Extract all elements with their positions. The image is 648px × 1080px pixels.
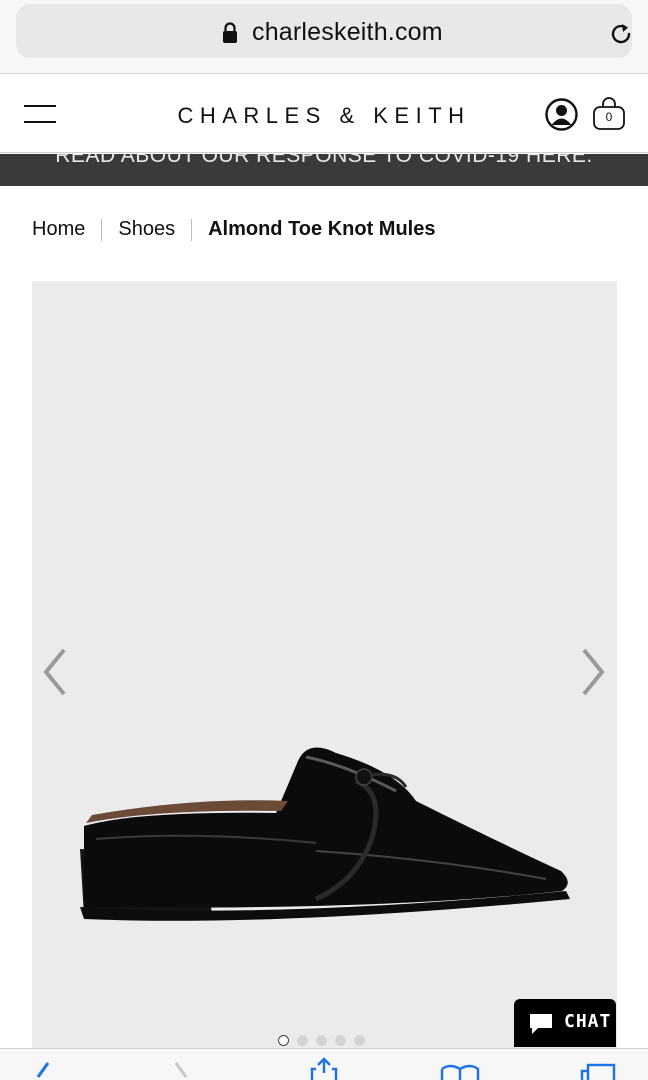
- account-icon[interactable]: [545, 98, 578, 131]
- breadcrumb: Home Shoes Almond Toe Knot Mules: [32, 218, 435, 241]
- bag-count-badge: 0: [605, 110, 613, 124]
- chat-button[interactable]: CHAT: [514, 999, 616, 1047]
- pagination-dot[interactable]: [297, 1035, 308, 1046]
- breadcrumb-shoes[interactable]: Shoes: [118, 218, 175, 241]
- chat-bubble-icon: [530, 1014, 552, 1034]
- bookmarks-icon[interactable]: [440, 1057, 480, 1080]
- chevron-left-icon[interactable]: [40, 647, 70, 697]
- lock-icon: [223, 22, 237, 43]
- browser-address-bar: charleskeith.com: [0, 0, 648, 74]
- pagination-dot[interactable]: [335, 1035, 346, 1046]
- product-image-gallery[interactable]: [32, 281, 617, 1051]
- gallery-pagination: [278, 1035, 365, 1046]
- reload-icon[interactable]: [608, 21, 634, 47]
- url-field[interactable]: charleskeith.com: [16, 4, 632, 58]
- chat-label: CHAT: [564, 1011, 612, 1032]
- announcement-bar[interactable]: READ ABOUT OUR RESPONSE TO COVID-19 HERE…: [0, 154, 648, 186]
- pagination-dot[interactable]: [354, 1035, 365, 1046]
- pagination-dot[interactable]: [278, 1035, 289, 1046]
- breadcrumb-divider: [191, 218, 193, 241]
- share-icon[interactable]: [304, 1057, 344, 1080]
- breadcrumb-home[interactable]: Home: [32, 218, 85, 241]
- pagination-dot[interactable]: [316, 1035, 327, 1046]
- tabs-icon[interactable]: [578, 1057, 618, 1080]
- url-text: charleskeith.com: [252, 18, 443, 46]
- back-arrow-icon[interactable]: [24, 1057, 64, 1080]
- breadcrumb-divider: [101, 218, 103, 241]
- product-image-mule: [80, 747, 570, 921]
- announcement-text[interactable]: READ ABOUT OUR RESPONSE TO COVID-19 HERE…: [0, 154, 648, 168]
- forward-arrow-icon[interactable]: [160, 1057, 200, 1080]
- site-header: CHARLES & KEITH 0: [0, 75, 648, 153]
- chevron-right-icon[interactable]: [578, 647, 608, 697]
- breadcrumb-current: Almond Toe Knot Mules: [208, 218, 436, 240]
- browser-toolbar: [0, 1048, 648, 1080]
